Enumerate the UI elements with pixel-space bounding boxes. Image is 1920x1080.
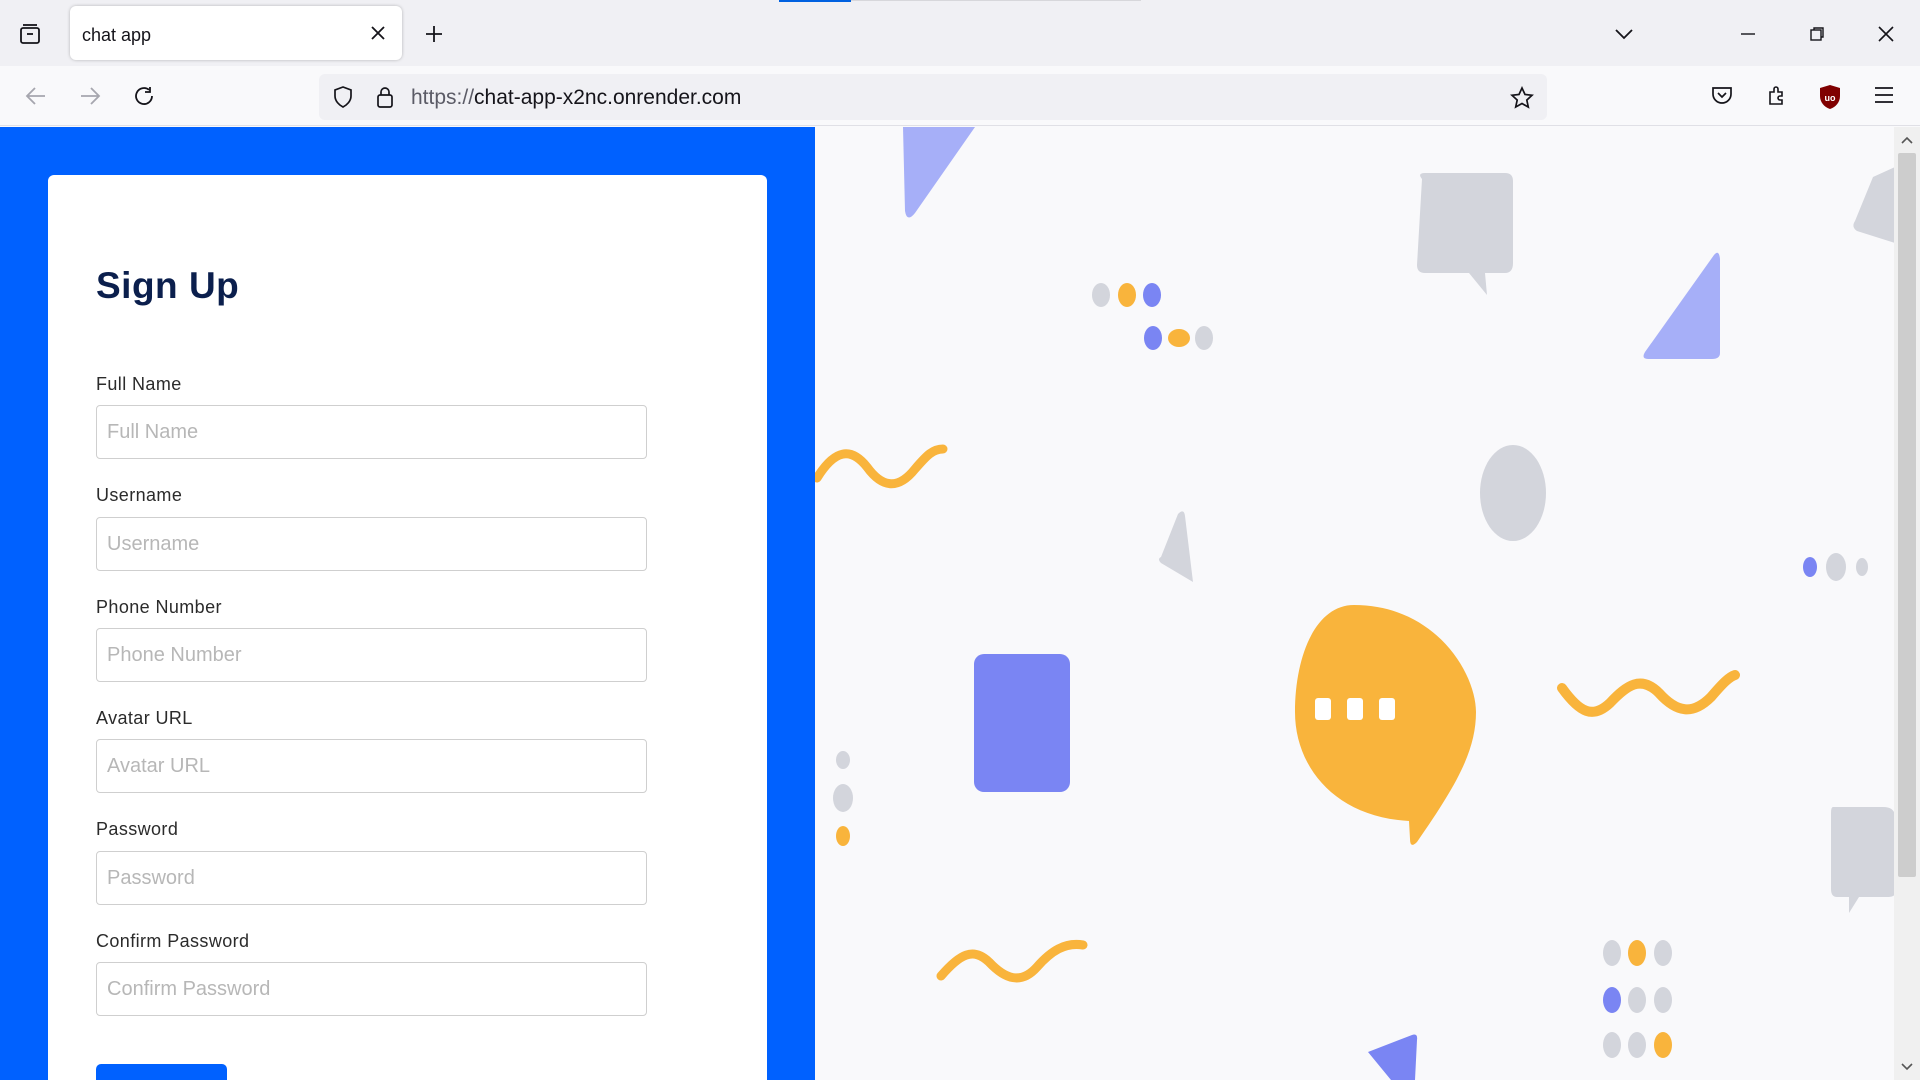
decorative-illustration [812,127,1895,1080]
scroll-down-icon[interactable] [1898,1058,1916,1076]
username-label: Username [96,485,183,505]
signup-panel: Sign Up Full Name Username Phone Number … [0,127,815,1080]
chevron-down-icon[interactable] [1610,20,1638,48]
username-input[interactable] [96,517,647,571]
browser-navbar: https://chat-app-x2nc.onrender.com uo [0,66,1920,126]
pocket-icon[interactable] [1709,82,1735,108]
password-input[interactable] [96,851,647,905]
scroll-up-icon[interactable] [1898,131,1916,149]
phone-number-input[interactable] [96,628,647,682]
submit-button[interactable] [96,1064,227,1080]
svg-text:uo: uo [1825,93,1836,103]
close-icon[interactable] [368,23,388,43]
avatar-url-label: Avatar URL [96,708,193,728]
plus-icon[interactable] [420,20,448,48]
url-text[interactable]: https://chat-app-x2nc.onrender.com [411,86,741,110]
ublock-icon[interactable]: uo [1819,84,1841,110]
url-host: chat-app-x2nc.onrender.com [474,86,742,109]
full-name-input[interactable] [96,405,647,459]
reload-icon[interactable] [130,82,158,110]
confirm-password-input[interactable] [96,962,647,1016]
tab-title: chat app [82,25,152,45]
signup-card: Sign Up Full Name Username Phone Number … [48,175,767,1080]
avatar-url-input[interactable] [96,739,647,793]
loading-indicator [779,0,851,2]
chat-pattern-illustration [812,127,1895,1080]
shield-icon[interactable] [331,85,355,109]
phone-number-label: Phone Number [96,597,222,617]
forward-icon[interactable] [76,82,104,110]
tab-list-icon[interactable] [16,20,44,48]
menu-icon[interactable] [1871,82,1897,108]
browser-titlebar: chat app [0,0,1920,66]
minimize-icon[interactable] [1734,20,1762,48]
back-icon[interactable] [22,82,50,110]
url-scheme: https:// [411,86,475,109]
loading-track [851,0,1141,1]
confirm-password-label: Confirm Password [96,931,250,951]
page-title: Sign Up [96,265,240,306]
full-name-label: Full Name [96,374,182,394]
lock-icon[interactable] [373,84,397,110]
close-window-icon[interactable] [1872,20,1900,48]
page-content: Sign Up Full Name Username Phone Number … [0,127,1920,1080]
extensions-icon[interactable] [1764,82,1790,108]
browser-tab[interactable]: chat app [70,6,402,60]
restore-icon[interactable] [1803,20,1831,48]
scrollbar-thumb[interactable] [1898,153,1916,877]
star-icon[interactable] [1509,85,1535,111]
url-bar[interactable]: https://chat-app-x2nc.onrender.com [319,74,1547,120]
password-label: Password [96,819,179,839]
